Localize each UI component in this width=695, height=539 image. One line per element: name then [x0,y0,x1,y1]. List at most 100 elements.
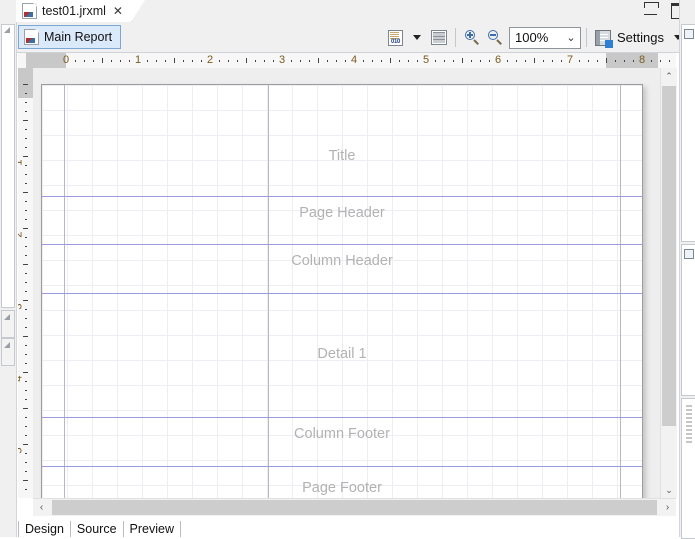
right-panel-problems[interactable] [681,398,695,539]
ruler-tick [363,60,364,62]
ruler-tick [25,111,27,112]
scroll-right-icon[interactable]: › [659,499,676,516]
band-separator-title[interactable] [42,196,642,197]
right-panel-properties[interactable] [681,244,695,396]
right-panel-outline[interactable] [681,24,695,242]
horizontal-scroll-thumb[interactable] [52,500,657,515]
zoom-out-button[interactable] [484,25,507,50]
scroll-up-icon[interactable]: ⌃ [661,68,677,84]
report-design-canvas[interactable]: Title Page Header Column Header Detail 1… [33,68,676,498]
editor-tab-test01[interactable]: test01.jrxml ✕ [16,0,145,22]
window-titlebar: test01.jrxml ✕ [0,0,695,23]
ruler-label-h-5: 5 [422,54,430,66]
ruler-tick [25,255,27,256]
editor-toolbar-row: Main Report 010 100% ⌄ Settings [0,22,695,53]
band-separator-detail1[interactable] [42,417,642,418]
ruler-tick [23,444,28,445]
ruler-tick [516,60,517,62]
ruler-tick [552,60,553,62]
horizontal-ruler[interactable]: 0 1 2 3 4 5 6 7 8 [18,53,676,69]
ruler-tick [417,60,418,62]
ruler-tick [327,60,328,62]
dataset-button[interactable]: 010 [385,25,406,50]
vertical-ruler[interactable]: 1 2 3 4 5 [18,68,34,498]
left-panel-palette[interactable] [1,338,15,366]
ruler-label-v-2: 2 [18,231,26,237]
editor-tab-label: test01.jrxml [42,4,106,18]
ruler-tick [318,58,319,63]
ruler-tick [25,417,27,418]
resize-corner-icon [4,27,10,33]
zoom-level-value: 100% [515,30,549,45]
ruler-label-h-2: 2 [206,54,214,66]
ruler-label-h-3: 3 [278,54,286,66]
dataset-bits-label: 010 [390,38,401,45]
ruler-tick [25,471,27,472]
scroll-left-icon[interactable]: ‹ [33,499,50,516]
settings-button[interactable]: Settings [592,25,667,50]
ruler-tick [453,60,454,62]
vertical-scroll-thumb[interactable] [662,86,676,426]
ruler-tick [480,60,481,62]
ruler-tick [246,58,247,63]
bands-list-button[interactable] [428,25,450,50]
ruler-tick [25,363,27,364]
zoom-level-combobox[interactable]: 100% ⌄ [509,26,582,49]
band-separator-page-header[interactable] [42,244,642,245]
ruler-tick [23,408,28,409]
jrxml-file-icon [22,3,37,19]
ruler-tick [669,60,670,62]
ruler-tick [23,336,28,337]
ruler-label-v-1: 1 [18,159,26,165]
ruler-tick [23,120,28,121]
design-toolbar: 010 100% ⌄ Settings [385,24,689,51]
chevron-down-icon[interactable]: ⌄ [562,31,580,44]
ruler-tick [25,93,27,94]
band-separator-column-footer[interactable] [42,466,642,467]
ruler-tick [23,192,28,193]
toolbar-separator [586,28,588,47]
tab-preview[interactable]: Preview [122,521,181,537]
tab-design[interactable]: Design [18,521,71,537]
ruler-label-h-8: 8 [638,54,646,66]
vertical-scrollbar[interactable]: ⌃ ⌄ [660,68,677,498]
ruler-tick [25,318,27,319]
ruler-tick [192,60,193,62]
minimize-icon[interactable] [644,2,659,15]
ruler-tick [597,60,598,62]
ruler-margin-shade-left [26,53,66,68]
ruler-tick [156,60,157,62]
ruler-tick [23,228,28,229]
dataset-dropdown-button[interactable] [406,25,428,50]
ruler-tick [84,60,85,62]
close-icon[interactable]: ✕ [113,5,123,17]
horizontal-scrollbar[interactable]: ‹ › [33,498,676,516]
ruler-tick [25,435,27,436]
scroll-down-icon[interactable]: ⌄ [661,482,677,498]
band-label-page-footer: Page Footer [302,480,382,496]
main-report-tab[interactable]: Main Report [18,25,122,49]
band-separator-column-header[interactable] [42,293,642,294]
collapsed-content-placeholder [686,405,692,445]
left-panel-repository[interactable] [1,24,15,308]
ruler-tick [120,60,121,62]
ruler-tick [444,60,445,62]
ruler-tick [25,273,27,274]
ruler-tick [237,60,238,62]
ruler-tick [255,60,256,62]
tab-source[interactable]: Source [69,521,124,537]
ruler-tick [372,60,373,62]
left-collapsed-panel-strip [0,22,17,537]
zoom-in-button[interactable] [461,25,484,50]
settings-label: Settings [617,30,664,45]
report-page[interactable]: Title Page Header Column Header Detail 1… [41,84,643,498]
ruler-tick [111,60,112,62]
left-panel-outline[interactable] [1,310,15,338]
ruler-tick [25,147,27,148]
ruler-tick [23,264,28,265]
ruler-tick [543,60,544,62]
ruler-tick [25,489,27,490]
ruler-tick [336,60,337,62]
ruler-tick [390,58,391,63]
ruler-tick [381,60,382,62]
